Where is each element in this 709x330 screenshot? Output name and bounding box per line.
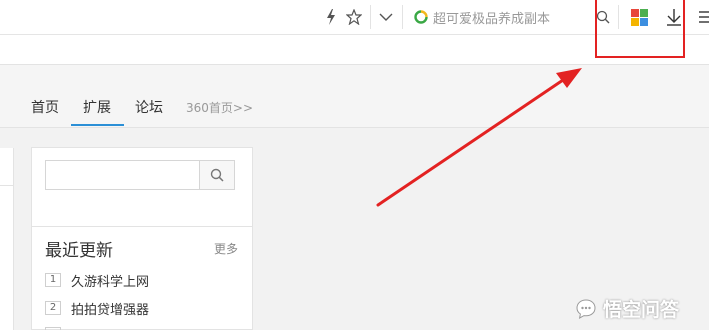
section-title: 最近更新 [45, 241, 113, 261]
search-button[interactable] [199, 160, 235, 190]
divider [32, 226, 252, 227]
watermark: 悟空问答 [575, 295, 679, 322]
item-name[interactable]: 拍拍贷增强器 [71, 299, 149, 318]
chat-bubble-icon [576, 298, 596, 319]
extension-search-input[interactable] [45, 160, 200, 190]
nav-360-home[interactable]: 360首页>> [186, 99, 253, 116]
nav-forum[interactable]: 论坛 [135, 97, 163, 117]
search-icon [210, 168, 224, 182]
nav-home[interactable]: 首页 [31, 97, 59, 117]
toolbar-divider [402, 5, 403, 29]
search-engine-icon [414, 10, 428, 24]
item-name[interactable]: 久游科学上网 [71, 271, 149, 290]
left-content-panel [0, 148, 14, 330]
lightning-icon[interactable] [324, 7, 338, 27]
more-link[interactable]: 更多 [214, 240, 238, 257]
address-search-box[interactable]: 超可爱极品养成副本 [414, 7, 594, 27]
toolbar-divider [370, 5, 371, 29]
active-tab-indicator [71, 124, 124, 126]
sidebar-panel: 最近更新 更多 1 久游科学上网 2 拍拍贷增强器 [31, 147, 253, 330]
chevron-down-icon[interactable] [377, 7, 395, 27]
list-item[interactable]: 2 拍拍贷增强器 [45, 298, 149, 318]
annotation-highlight-box [595, 0, 685, 58]
menu-icon[interactable] [697, 7, 709, 27]
site-nav: 首页 扩展 论坛 360首页>> [0, 65, 709, 128]
search-hint-text: 超可爱极品养成副本 [433, 11, 551, 27]
watermark-text: 悟空问答 [603, 299, 680, 321]
nav-extensions[interactable]: 扩展 [83, 97, 111, 117]
star-icon[interactable] [345, 7, 363, 27]
rank-badge: 1 [45, 273, 61, 287]
rank-badge: 2 [45, 301, 61, 315]
list-item [45, 324, 61, 330]
list-item[interactable]: 1 久游科学上网 [45, 270, 149, 290]
